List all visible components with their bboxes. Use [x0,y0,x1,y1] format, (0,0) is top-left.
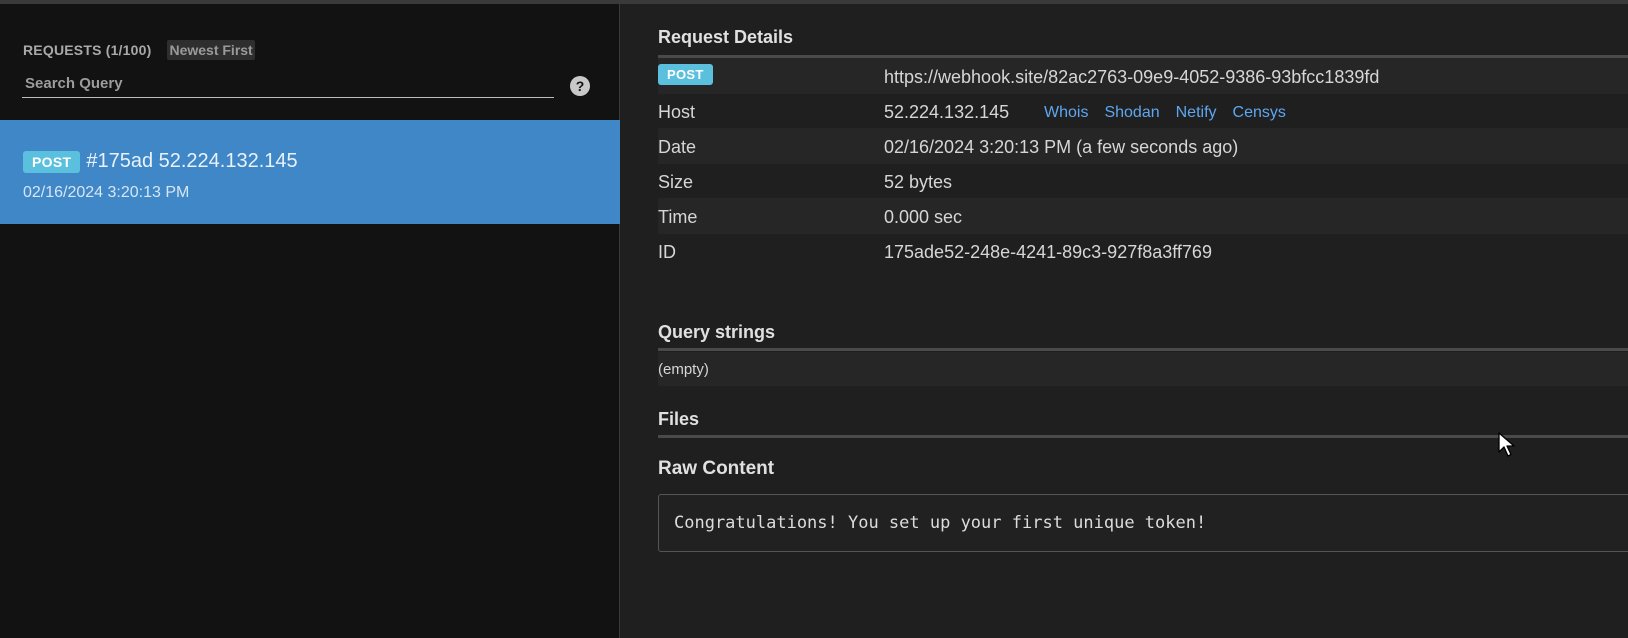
query-strings-title: Query strings [658,322,776,342]
id-row: ID 175ade52-248e-4241-89c3-927f8a3ff769 [658,233,1628,269]
query-strings-empty-row: (empty) [658,352,1628,386]
date-label: Date [658,137,697,157]
requests-sidebar: REQUESTS (1/100) Newest First ? POST #17… [0,4,620,638]
method-badge: POST [23,150,81,173]
mouse-pointer-icon [1498,432,1515,457]
sidebar-header: REQUESTS (1/100) Newest First [23,40,255,60]
host-lookup-links: Whois Shodan Netify Censys [1044,104,1286,122]
request-details-panel: Request Details POST https://webhook.sit… [621,4,1628,638]
netify-link[interactable]: Netify [1176,104,1217,122]
request-item-title: #175ad 52.224.132.145 [86,150,298,172]
size-value: 52 bytes [884,172,953,192]
request-url-link[interactable]: https://webhook.site/82ac2763-09e9-4052-… [884,67,1379,88]
sort-order-button[interactable]: Newest First [167,40,255,60]
date-row: Date 02/16/2024 3:20:13 PM (a few second… [658,128,1628,164]
method-badge: POST [658,64,713,85]
raw-content-title: Raw Content [658,458,775,479]
request-list-item[interactable]: POST #175ad 52.224.132.145 02/16/2024 3:… [0,120,620,224]
size-row: Size 52 bytes [658,163,1628,199]
section-divider [658,435,1628,438]
request-item-date: 02/16/2024 3:20:13 PM [23,184,190,201]
raw-content-text: Congratulations! You set up your first u… [674,513,1207,533]
whois-link[interactable]: Whois [1044,104,1088,122]
host-value: 52.224.132.145 [884,102,1010,122]
search-input[interactable] [22,70,554,98]
files-title: Files [658,409,700,429]
date-value: 02/16/2024 3:20:13 PM (a few seconds ago… [884,137,1239,157]
id-value: 175ade52-248e-4241-89c3-927f8a3ff769 [884,242,1212,262]
id-label: ID [658,242,676,262]
raw-content-box[interactable]: Congratulations! You set up your first u… [658,494,1628,552]
request-details-title: Request Details [658,27,794,47]
host-row: Host 52.224.132.145 Whois Shodan Netify … [658,93,1628,129]
help-icon[interactable]: ? [570,76,590,96]
time-label: Time [658,207,698,227]
query-strings-empty-text: (empty) [658,361,709,378]
requests-count-label: REQUESTS (1/100) [23,42,152,58]
request-item-header: POST #175ad 52.224.132.145 [23,150,298,173]
host-label: Host [658,102,696,122]
section-divider [658,348,1628,351]
size-label: Size [658,172,694,192]
time-value: 0.000 sec [884,207,963,227]
time-row: Time 0.000 sec [658,198,1628,234]
censys-link[interactable]: Censys [1233,104,1286,122]
url-row: POST https://webhook.site/82ac2763-09e9-… [658,58,1628,94]
shodan-link[interactable]: Shodan [1104,104,1159,122]
